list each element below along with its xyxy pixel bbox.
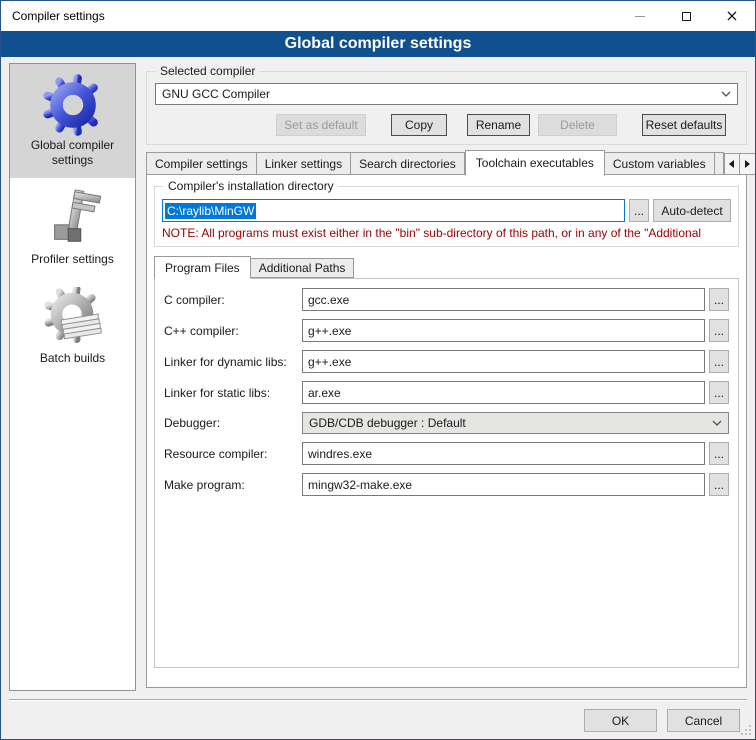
caliper-icon: [13, 186, 132, 252]
make-program-label: Make program:: [164, 478, 302, 492]
tab-search-directories[interactable]: Search directories: [351, 152, 465, 175]
rename-button[interactable]: Rename: [467, 114, 530, 136]
maximize-icon: [682, 12, 691, 21]
make-program-input[interactable]: [302, 473, 705, 496]
settings-tabbar: Compiler settings Linker settings Search…: [146, 149, 747, 175]
gray-gear-builds-icon: [13, 285, 132, 351]
tab-compiler-settings[interactable]: Compiler settings: [146, 152, 257, 175]
minimize-button[interactable]: [617, 1, 663, 31]
titlebar: Compiler settings ×: [1, 1, 755, 31]
main-panel: Selected compiler GNU GCC Compiler Set a…: [146, 61, 747, 691]
toolchain-subtabs: Program Files Additional Paths: [154, 256, 746, 278]
maximize-button[interactable]: [663, 1, 709, 31]
resource-compiler-row: Resource compiler: ...: [164, 442, 729, 465]
dynamic-linker-label: Linker for dynamic libs:: [164, 355, 302, 369]
sidebar-item-label: Global compiler settings: [13, 138, 132, 168]
minimize-icon: [635, 16, 645, 17]
resize-grip[interactable]: [741, 725, 751, 735]
subtab-program-files[interactable]: Program Files: [154, 256, 251, 279]
compiler-select-value: GNU GCC Compiler: [162, 87, 721, 101]
arrow-right-icon: [745, 160, 750, 168]
installation-directory-group: Compiler's installation directory C:\ray…: [154, 186, 739, 247]
tab-build-options[interactable]: Build options: [715, 152, 724, 175]
delete-button: Delete: [538, 114, 617, 136]
cpp-compiler-row: C++ compiler: ...: [164, 319, 729, 342]
debugger-row: Debugger: GDB/CDB debugger : Default: [164, 412, 729, 434]
ok-button[interactable]: OK: [584, 709, 657, 732]
selected-compiler-group-label: Selected compiler: [156, 64, 259, 79]
sidebar-item-batch-builds[interactable]: Batch builds: [10, 277, 135, 376]
installation-directory-input[interactable]: C:\raylib\MinGW: [162, 199, 625, 222]
dynamic-linker-input[interactable]: [302, 350, 705, 373]
sidebar-item-global-compiler-settings[interactable]: Global compiler settings: [10, 64, 135, 178]
page-title: Global compiler settings: [1, 31, 755, 57]
selected-compiler-group: Selected compiler GNU GCC Compiler Set a…: [146, 71, 747, 145]
window-title: Compiler settings: [1, 9, 105, 23]
resource-compiler-label: Resource compiler:: [164, 447, 302, 461]
sidebar-item-label: Batch builds: [13, 351, 132, 366]
resource-compiler-browse-button[interactable]: ...: [709, 442, 729, 465]
set-as-default-button: Set as default: [276, 114, 366, 136]
cpp-compiler-label: C++ compiler:: [164, 324, 302, 338]
blue-gear-icon: [13, 72, 132, 138]
close-icon: ×: [725, 8, 738, 24]
chevron-down-icon: [712, 420, 722, 426]
dynamic-linker-browse-button[interactable]: ...: [709, 350, 729, 373]
cpp-compiler-browse-button[interactable]: ...: [709, 319, 729, 342]
subtab-additional-paths[interactable]: Additional Paths: [251, 258, 355, 278]
installation-directory-value: C:\raylib\MinGW: [165, 203, 256, 219]
static-linker-input[interactable]: [302, 381, 705, 404]
settings-category-list: Global compiler settings: [9, 63, 136, 691]
copy-button[interactable]: Copy: [391, 114, 447, 136]
make-program-browse-button[interactable]: ...: [709, 473, 729, 496]
cpp-compiler-input[interactable]: [302, 319, 705, 342]
c-compiler-browse-button[interactable]: ...: [709, 288, 729, 311]
tab-linker-settings[interactable]: Linker settings: [257, 152, 351, 175]
tab-toolchain-executables[interactable]: Toolchain executables: [465, 150, 605, 176]
debugger-select-value: GDB/CDB debugger : Default: [309, 416, 712, 430]
make-program-row: Make program: ...: [164, 473, 729, 496]
toolchain-executables-page: Compiler's installation directory C:\ray…: [146, 174, 747, 688]
dynamic-linker-row: Linker for dynamic libs: ...: [164, 350, 729, 373]
tab-scroll-buttons: [724, 153, 756, 175]
c-compiler-label: C compiler:: [164, 293, 302, 307]
program-files-page: C compiler: ... C++ compiler: ... Linker…: [154, 278, 739, 668]
tab-scroll-left-button[interactable]: [724, 153, 740, 175]
cancel-button[interactable]: Cancel: [667, 709, 740, 732]
chevron-down-icon: [721, 91, 731, 97]
static-linker-row: Linker for static libs: ...: [164, 381, 729, 404]
arrow-left-icon: [729, 160, 734, 168]
browse-directory-button[interactable]: ...: [629, 199, 649, 222]
compiler-settings-dialog: Compiler settings × Global compiler sett…: [0, 0, 756, 740]
c-compiler-input[interactable]: [302, 288, 705, 311]
installation-directory-group-label: Compiler's installation directory: [164, 179, 338, 194]
compiler-select[interactable]: GNU GCC Compiler: [155, 83, 738, 105]
bin-subdirectory-note: NOTE: All programs must exist either in …: [162, 226, 731, 240]
tab-scroll-right-button[interactable]: [740, 153, 756, 175]
sidebar-item-label: Profiler settings: [13, 252, 132, 267]
debugger-label: Debugger:: [164, 416, 302, 430]
close-button[interactable]: ×: [709, 1, 755, 31]
static-linker-label: Linker for static libs:: [164, 386, 302, 400]
resource-compiler-input[interactable]: [302, 442, 705, 465]
reset-defaults-button[interactable]: Reset defaults: [642, 114, 726, 136]
tab-custom-variables[interactable]: Custom variables: [605, 152, 715, 175]
c-compiler-row: C compiler: ...: [164, 288, 729, 311]
caption-buttons: ×: [617, 1, 755, 31]
debugger-select[interactable]: GDB/CDB debugger : Default: [302, 412, 729, 434]
sidebar-item-profiler-settings[interactable]: Profiler settings: [10, 178, 135, 277]
footer-divider: [9, 699, 747, 701]
auto-detect-button[interactable]: Auto-detect: [653, 199, 731, 222]
compiler-actions: Set as default Copy Rename Delete Reset …: [155, 114, 738, 136]
static-linker-browse-button[interactable]: ...: [709, 381, 729, 404]
